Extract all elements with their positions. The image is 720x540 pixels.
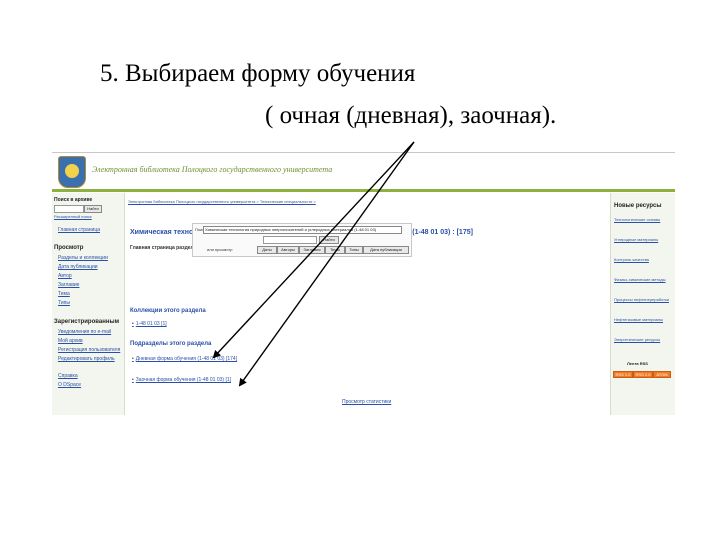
about-link[interactable]: О DSpace — [58, 382, 81, 388]
section-search-box: Поиск: Химическая технология природных э… — [192, 223, 412, 257]
subsections-heading: Подразделы этого раздела — [130, 341, 212, 347]
rss-1-button[interactable]: RSS 1.0 — [613, 371, 633, 378]
registered-heading: Зарегистрированным — [54, 319, 120, 325]
right-sidebar: Новые ресурсы Технологические основы Угл… — [610, 193, 675, 415]
new-item-7[interactable]: Энергетические ресурсы — [614, 337, 660, 342]
sidebar-search-button[interactable]: Найти — [84, 205, 102, 213]
browse-titles-button[interactable]: Заглавия — [299, 246, 325, 254]
slide-title-line-1: 5. Выбираем форму обучения — [100, 60, 416, 87]
rss-label: Лента RSS — [627, 361, 648, 366]
search-scope-select[interactable]: Химическая технология природных энергоно… — [203, 226, 402, 234]
browser-screenshot: Электронная библиотека Полоцкого государ… — [52, 152, 675, 415]
subsection-full-time-link[interactable]: Дневная форма обучения (1-48 01 03) [174… — [132, 356, 237, 362]
home-link[interactable]: Главная страница — [58, 227, 100, 233]
new-item-1[interactable]: Технологические основы — [614, 217, 660, 222]
help-link[interactable]: Справка — [58, 373, 78, 379]
browse-heading: Просмотр — [54, 245, 84, 251]
advanced-search-link[interactable]: Расширенный поиск — [54, 214, 92, 219]
rss-2-button[interactable]: RSS 2.0 — [633, 371, 653, 378]
browse-label: или просмотр — [207, 247, 233, 252]
collections-heading: Коллекции этого раздела — [130, 308, 206, 314]
email-alerts-link[interactable]: Уведомления по e-mail — [58, 329, 111, 335]
browse-pubdate-button[interactable]: Дата публикации — [363, 246, 409, 254]
new-item-3[interactable]: Контроль качества — [614, 257, 649, 262]
browse-authors-button[interactable]: Авторы — [277, 246, 299, 254]
section-search-button[interactable]: Найти — [319, 236, 339, 244]
subsection-part-time-link[interactable]: Заочная форма обучения (1-48 01 03) [1] — [132, 377, 231, 383]
register-link[interactable]: Регистрация пользователя — [58, 347, 120, 353]
browse-dates-button[interactable]: Даты — [257, 246, 277, 254]
statistics-link[interactable]: Просмотр статистики — [342, 399, 391, 405]
breadcrumb[interactable]: Электронная библиотека Полоцкого государ… — [128, 199, 316, 204]
browse-subjects-button[interactable]: Темы — [325, 246, 345, 254]
new-item-5[interactable]: Процессы нефтепереработки — [614, 297, 669, 302]
section-search-input[interactable] — [263, 236, 317, 244]
new-item-2[interactable]: Углеродные материалы — [614, 237, 658, 242]
browse-date-link[interactable]: Дата публикации — [58, 264, 98, 270]
browse-subject-link[interactable]: Тема — [58, 291, 70, 297]
slide-title-line-2: ( очная (дневная), заочная). — [265, 102, 557, 129]
atom-button[interactable]: ATOM — [653, 371, 671, 378]
search-heading: Поиск в архиве — [54, 197, 93, 203]
browse-types-button[interactable]: Типы — [345, 246, 363, 254]
left-sidebar: Поиск в архиве Найти Расширенный поиск Г… — [52, 193, 125, 415]
browse-author-link[interactable]: Автор — [58, 273, 72, 279]
sidebar-search-input[interactable] — [54, 205, 84, 213]
browse-title-link[interactable]: Заглавие — [58, 282, 79, 288]
my-archive-link[interactable]: Мой архив — [58, 338, 83, 344]
site-title: Электронная библиотека Полоцкого государ… — [92, 165, 333, 174]
new-items-heading: Новые ресурсы — [614, 203, 662, 209]
university-logo-icon — [58, 156, 86, 188]
collection-item[interactable]: 1-48 01 03 [1] — [132, 321, 167, 327]
section-home-label: Главная страница раздела — [130, 245, 197, 251]
edit-profile-link[interactable]: Редактировать профиль — [58, 356, 115, 362]
new-item-4[interactable]: Физико-химические методы — [614, 277, 666, 282]
new-item-6[interactable]: Нефтегазовые материалы — [614, 317, 663, 322]
browse-communities-link[interactable]: Разделы и коллекции — [58, 255, 108, 261]
site-banner: Электронная библиотека Полоцкого государ… — [52, 153, 675, 192]
browse-type-link[interactable]: Типы — [58, 300, 70, 306]
